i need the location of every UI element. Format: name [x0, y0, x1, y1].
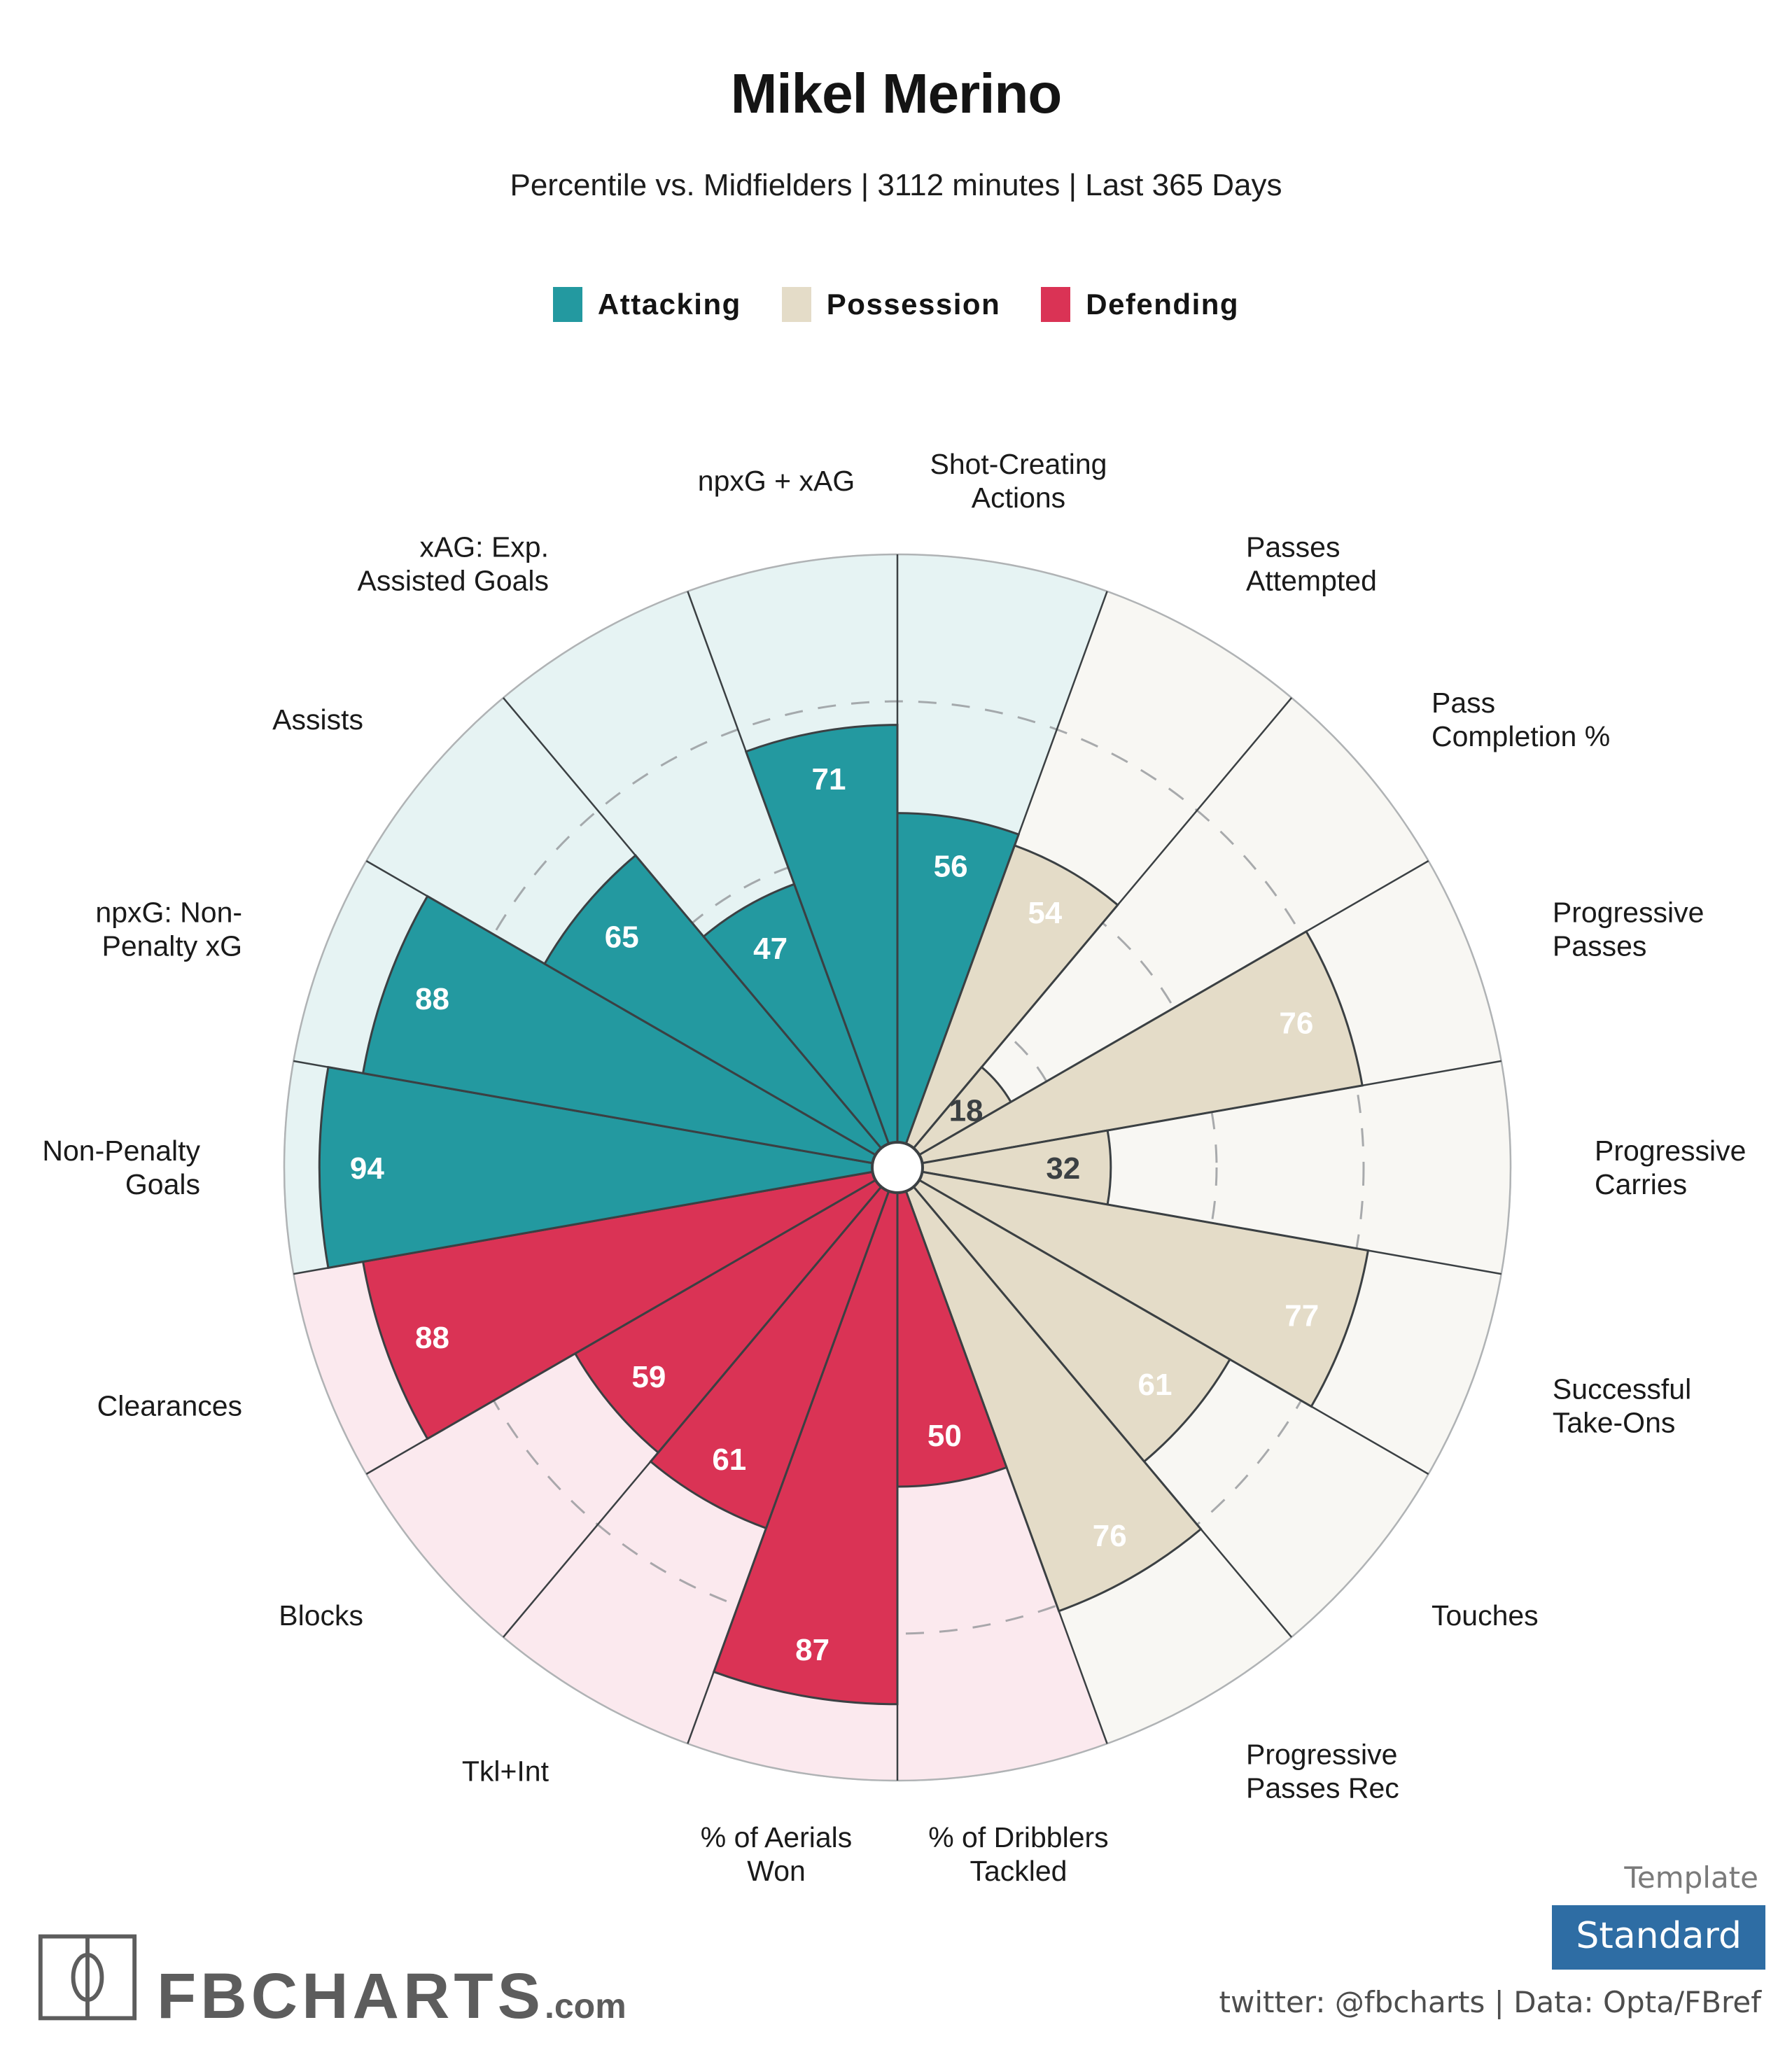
axis-label: Progressive [1246, 1739, 1397, 1771]
axis-label: Assists [272, 703, 363, 736]
axis-label: Passes [1246, 531, 1340, 563]
logo-wordmark: FBCHARTS.com [157, 1964, 626, 2028]
axis-label: Shot-Creating [930, 448, 1107, 480]
sector-value: 32 [1046, 1151, 1080, 1186]
axis-label-group: ProgressiveCarries [1595, 1135, 1746, 1200]
axis-label: Clearances [97, 1390, 242, 1422]
axis-label-group: Clearances [97, 1390, 242, 1422]
axis-label-group: Non-PenaltyGoals [42, 1135, 200, 1200]
logo-text-suffix: .com [544, 1986, 626, 2026]
radar-svg: 56 54 18 76 32 77 61 76 50 87 61 59 88 94 88 65 47 71 Sho… [42, 448, 1746, 1887]
sector-value: 76 [1279, 1007, 1313, 1041]
axis-label: Attempted [1246, 564, 1377, 596]
axis-label: Tackled [969, 1855, 1067, 1887]
axis-label: Goals [125, 1168, 200, 1200]
axis-label: Passes [1553, 930, 1646, 962]
axis-label-group: Shot-CreatingActions [930, 448, 1107, 514]
axis-label-group: Touches [1432, 1599, 1539, 1632]
sector-value: 61 [712, 1443, 746, 1477]
center-hub [871, 1141, 924, 1194]
axis-label: % of Dribblers [928, 1821, 1108, 1853]
axis-label-group: xAG: Exp.Assisted Goals [358, 531, 549, 596]
axis-label: Actions [972, 482, 1065, 514]
axis-label-group: % of DribblersTackled [928, 1821, 1108, 1887]
axis-label: Progressive [1553, 896, 1704, 928]
axis-label: % of Aerials [701, 1821, 853, 1853]
axis-label: Progressive [1595, 1135, 1746, 1167]
footer-credit: twitter: @fbcharts | Data: Opta/FBref [1219, 1985, 1761, 2019]
axis-label-group: npxG: Non-Penalty xG [95, 896, 242, 962]
axis-label: Completion % [1432, 720, 1610, 752]
template-label: Template [1624, 1860, 1758, 1895]
fbcharts-logo[interactable]: FBCHARTS.com [36, 1926, 626, 2028]
sector-value: 88 [415, 982, 449, 1016]
sector-value: 54 [1028, 896, 1062, 930]
axis-label-group: % of AerialsWon [701, 1821, 853, 1887]
axis-label: Assisted Goals [358, 564, 549, 596]
axis-label: Penalty xG [102, 930, 243, 962]
axis-label: npxG + xAG [698, 465, 855, 497]
radar-chart: 56 54 18 76 32 77 61 76 50 87 61 59 88 94 88 65 47 71 Sho… [0, 0, 1792, 2048]
sector-value: 50 [927, 1419, 962, 1453]
chart-hub [871, 1141, 924, 1194]
axis-label: Tkl+Int [462, 1755, 550, 1788]
logo-text-main: FBCHARTS [157, 1961, 545, 2032]
pitch-icon [38, 1934, 137, 2021]
sector-value: 59 [631, 1360, 666, 1394]
axis-label: npxG: Non- [95, 896, 242, 928]
axis-label: Non-Penalty [42, 1135, 200, 1167]
axis-label-group: ProgressivePasses [1553, 896, 1704, 962]
sector-value: 18 [949, 1094, 983, 1128]
sector-value: 47 [753, 932, 788, 966]
axis-label: Pass [1432, 687, 1495, 719]
sector-value: 61 [1138, 1368, 1172, 1402]
axis-label: Successful [1553, 1373, 1691, 1405]
sector-value: 88 [415, 1321, 449, 1355]
axis-label-group: Assists [272, 703, 363, 736]
sector-value: 87 [795, 1633, 830, 1667]
sector-value: 65 [605, 920, 639, 955]
sector-value: 76 [1093, 1519, 1127, 1553]
axis-label-group: ProgressivePasses Rec [1246, 1739, 1399, 1804]
template-badge[interactable]: Standard [1552, 1905, 1765, 1970]
sector-value: 77 [1284, 1298, 1319, 1333]
axis-label-group: Blocks [279, 1599, 363, 1632]
axis-label: Carries [1595, 1168, 1687, 1200]
axis-label-group: SuccessfulTake-Ons [1553, 1373, 1691, 1439]
axis-label-group: PassCompletion % [1432, 687, 1610, 752]
sector-value: 94 [350, 1151, 384, 1186]
axis-label: Touches [1432, 1599, 1539, 1632]
axis-label: Passes Rec [1246, 1772, 1399, 1804]
axis-label: xAG: Exp. [419, 531, 549, 563]
axis-label: Take-Ons [1553, 1407, 1675, 1439]
axis-label-group: npxG + xAG [698, 465, 855, 497]
axis-label: Won [747, 1855, 806, 1887]
axis-label-group: Tkl+Int [462, 1755, 550, 1788]
axis-label-group: PassesAttempted [1246, 531, 1377, 596]
axis-label: Blocks [279, 1599, 363, 1632]
sector-value: 71 [812, 762, 846, 797]
sector-value: 56 [934, 849, 968, 883]
